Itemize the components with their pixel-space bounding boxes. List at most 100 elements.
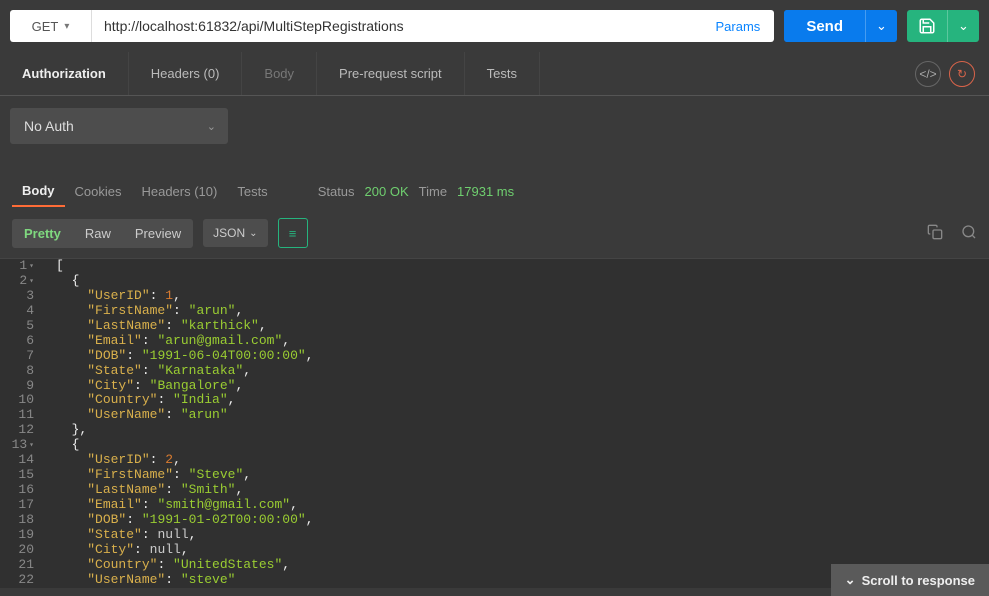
code-content: "FirstName": "arun", — [44, 304, 243, 319]
line-number: 4 — [0, 304, 44, 319]
fold-icon[interactable]: ▾ — [29, 262, 34, 271]
method-value: GET — [32, 19, 59, 34]
line-number: 16 — [0, 483, 44, 498]
code-line: 1▾[ — [0, 259, 989, 274]
code-content: "UserName": "steve" — [44, 573, 235, 588]
line-number: 2▾ — [0, 274, 44, 289]
code-line: 8 "State": "Karnataka", — [0, 364, 989, 379]
line-number: 1▾ — [0, 259, 44, 274]
code-content: "LastName": "karthick", — [44, 319, 267, 334]
params-button[interactable]: Params — [702, 10, 775, 42]
code-icon: </> — [919, 67, 936, 81]
line-number: 11 — [0, 408, 44, 423]
line-number: 15 — [0, 468, 44, 483]
code-content: }, — [44, 423, 87, 438]
wrap-lines-button[interactable]: ≡ — [278, 218, 308, 248]
save-icon — [918, 17, 936, 35]
tab-body[interactable]: Body — [242, 52, 317, 95]
fold-icon[interactable]: ▾ — [29, 441, 34, 450]
reset-icon: ↻ — [957, 67, 967, 81]
copy-icon — [927, 224, 943, 240]
send-dropdown[interactable]: ⌄ — [865, 10, 897, 42]
resp-tab-body[interactable]: Body — [12, 176, 65, 207]
tab-tests[interactable]: Tests — [465, 52, 540, 95]
code-line: 7 "DOB": "1991-06-04T00:00:00", — [0, 349, 989, 364]
resp-tab-cookies[interactable]: Cookies — [65, 177, 132, 206]
chevron-down-icon: ▾ — [64, 21, 69, 32]
line-number: 19 — [0, 528, 44, 543]
line-number: 20 — [0, 543, 44, 558]
view-mode-group: Pretty Raw Preview — [12, 219, 193, 248]
response-body[interactable]: 1▾[2▾ {3 "UserID": 1,4 "FirstName": "aru… — [0, 258, 989, 588]
line-number: 7 — [0, 349, 44, 364]
code-content: { — [44, 274, 79, 289]
tab-authorization[interactable]: Authorization — [0, 52, 129, 95]
line-number: 6 — [0, 334, 44, 349]
search-icon — [961, 224, 977, 240]
code-content: "State": null, — [44, 528, 196, 543]
chevron-down-icon: ⌄ — [249, 228, 257, 239]
request-tabs: Authorization Headers (0) Body Pre-reque… — [0, 52, 989, 96]
line-number: 22 — [0, 573, 44, 588]
code-line: 9 "City": "Bangalore", — [0, 379, 989, 394]
code-line: 16 "LastName": "Smith", — [0, 483, 989, 498]
line-number: 12 — [0, 423, 44, 438]
reset-button[interactable]: ↻ — [949, 61, 975, 87]
code-content: { — [44, 438, 79, 453]
line-number: 10 — [0, 393, 44, 408]
code-content: "Email": "arun@gmail.com", — [44, 334, 290, 349]
code-line: 20 "City": null, — [0, 543, 989, 558]
tab-prerequest[interactable]: Pre-request script — [317, 52, 465, 95]
code-content: "State": "Karnataka", — [44, 364, 251, 379]
code-content: "DOB": "1991-01-02T00:00:00", — [44, 513, 313, 528]
code-content: "Country": "India", — [44, 393, 235, 408]
scroll-to-response-button[interactable]: ⌄ Scroll to response — [831, 564, 989, 596]
line-number: 18 — [0, 513, 44, 528]
line-number: 17 — [0, 498, 44, 513]
method-select[interactable]: GET ▾ — [10, 10, 92, 42]
view-pretty[interactable]: Pretty — [12, 219, 73, 248]
code-content: "City": "Bangalore", — [44, 379, 243, 394]
code-line: 17 "Email": "smith@gmail.com", — [0, 498, 989, 513]
line-number: 8 — [0, 364, 44, 379]
code-line: 12 }, — [0, 423, 989, 438]
code-content: "Email": "smith@gmail.com", — [44, 498, 298, 513]
line-number: 13▾ — [0, 438, 44, 453]
time-label: Time — [419, 184, 447, 199]
chevron-down-icon: ⌄ — [845, 572, 856, 588]
resp-tab-headers[interactable]: Headers (10) — [131, 177, 227, 206]
send-group: Send ⌄ — [784, 10, 897, 42]
scroll-label: Scroll to response — [862, 573, 975, 588]
chevron-down-icon: ⌄ — [876, 18, 887, 34]
send-button[interactable]: Send — [784, 10, 865, 42]
code-snippet-button[interactable]: </> — [915, 61, 941, 87]
copy-button[interactable] — [927, 224, 943, 243]
view-raw[interactable]: Raw — [73, 219, 123, 248]
line-number: 5 — [0, 319, 44, 334]
auth-type-select[interactable]: No Auth ⌄ — [10, 108, 228, 144]
resp-tab-tests[interactable]: Tests — [227, 177, 277, 206]
response-header: Body Cookies Headers (10) Tests Status 2… — [0, 174, 989, 208]
search-button[interactable] — [961, 224, 977, 243]
code-line: 18 "DOB": "1991-01-02T00:00:00", — [0, 513, 989, 528]
response-toolbar: Pretty Raw Preview JSON ⌄ ≡ — [0, 208, 989, 258]
code-line: 15 "FirstName": "Steve", — [0, 468, 989, 483]
code-line: 2▾ { — [0, 274, 989, 289]
wrap-icon: ≡ — [289, 226, 297, 241]
code-line: 11 "UserName": "arun" — [0, 408, 989, 423]
code-line: 6 "Email": "arun@gmail.com", — [0, 334, 989, 349]
save-group: ⌄ — [907, 10, 979, 42]
code-content: "Country": "UnitedStates", — [44, 558, 290, 573]
url-input[interactable] — [92, 10, 702, 42]
line-number: 3 — [0, 289, 44, 304]
tab-headers[interactable]: Headers (0) — [129, 52, 243, 95]
save-dropdown[interactable]: ⌄ — [947, 10, 979, 42]
code-content: "UserName": "arun" — [44, 408, 228, 423]
fold-icon[interactable]: ▾ — [29, 277, 34, 286]
code-content: "City": null, — [44, 543, 189, 558]
code-content: "LastName": "Smith", — [44, 483, 243, 498]
format-select[interactable]: JSON ⌄ — [203, 219, 267, 247]
save-button[interactable] — [907, 10, 947, 42]
view-preview[interactable]: Preview — [123, 219, 193, 248]
chevron-down-icon: ⌄ — [958, 18, 969, 34]
